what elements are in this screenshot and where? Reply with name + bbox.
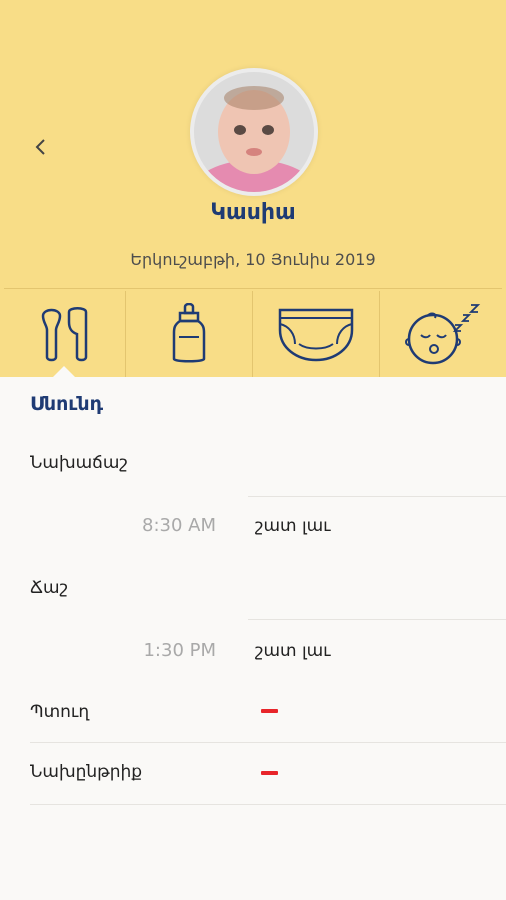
- row-divider: [30, 804, 506, 805]
- meal-rating[interactable]: շատ լաւ: [255, 516, 331, 536]
- diaper-icon: [278, 308, 354, 362]
- sleeping-baby-icon: [405, 304, 481, 365]
- cutlery-icon: [41, 307, 87, 362]
- chevron-left-icon: [35, 139, 45, 155]
- empty-value-dash[interactable]: [261, 709, 278, 713]
- section-title: Սնունդ: [30, 393, 104, 415]
- current-date: Երկուշաբթի, 10 Յունիս 2019: [130, 250, 376, 269]
- child-avatar: [190, 68, 318, 196]
- meal-rating[interactable]: շատ լաւ: [255, 641, 331, 661]
- empty-value-dash[interactable]: [261, 771, 278, 775]
- meal-label: Նախընթրիք: [30, 762, 143, 782]
- meal-time[interactable]: 8:30 AM: [100, 515, 216, 536]
- meal-label: Պտուղ: [30, 702, 90, 722]
- profile-header: Կասիա Երկուշաբթի, 10 Յունիս 2019: [0, 0, 506, 377]
- meal-label: Ճաշ: [30, 578, 69, 598]
- tab-diaper[interactable]: [253, 291, 379, 377]
- back-button[interactable]: [28, 134, 54, 160]
- row-divider: [248, 619, 506, 620]
- active-tab-pointer: [53, 366, 75, 377]
- child-name: Կասիա: [210, 200, 296, 225]
- row-divider: [248, 496, 506, 497]
- meal-time[interactable]: 1:30 PM: [100, 640, 216, 661]
- category-tabs: [0, 288, 506, 377]
- tab-food[interactable]: [4, 291, 125, 377]
- tab-bottle[interactable]: [126, 291, 252, 377]
- tab-sleep[interactable]: [380, 291, 502, 377]
- row-divider: [30, 742, 506, 743]
- meal-label: Նախաճաշ: [30, 453, 128, 473]
- baby-bottle-icon: [172, 303, 206, 363]
